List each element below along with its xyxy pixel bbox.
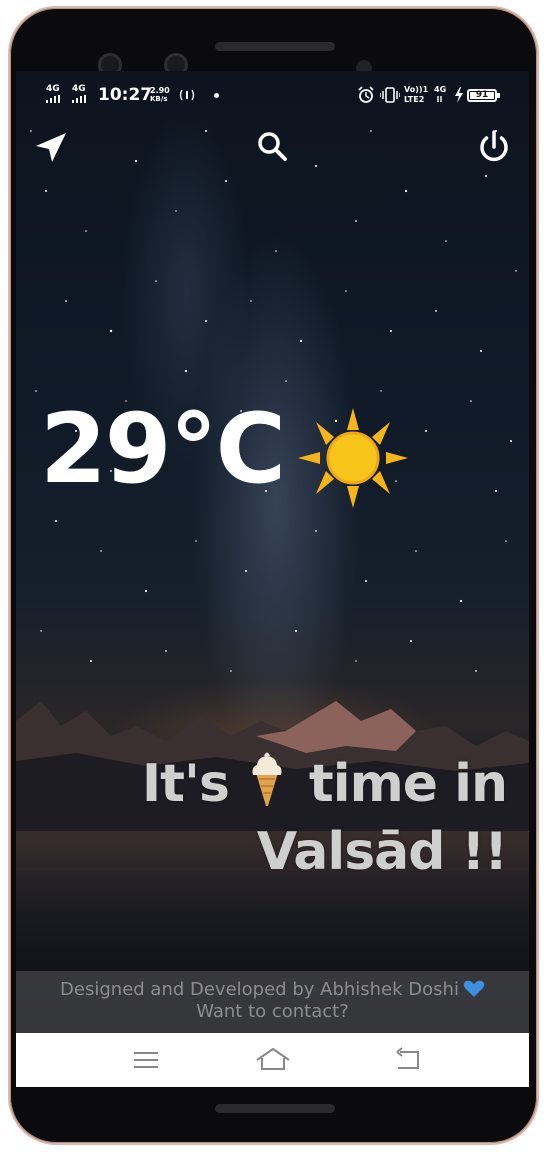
contact-link[interactable]: Want to contact?: [16, 1001, 529, 1023]
battery-level: 91: [475, 90, 489, 100]
hotspot-icon: [179, 89, 195, 101]
signal-icon: [46, 95, 60, 103]
dot-icon: [214, 93, 219, 98]
app-screen: 4G 4G 10:27 2.90 KB/s Vo))1 LTE2 4G 91 2…: [16, 71, 529, 1087]
network-speed-unit: KB/s: [150, 95, 168, 103]
network-type-label: 4G: [72, 84, 86, 94]
ice-cream-icon: [252, 752, 282, 806]
signal-icon: [72, 95, 86, 103]
location-arrow-icon[interactable]: [30, 127, 70, 167]
weather-message: It's time in Valsād !!: [87, 749, 508, 886]
phone-bottom-bar: [215, 1104, 335, 1113]
data-arrows-icon: [437, 96, 442, 102]
credits-footer: Designed and Developed by Abhishek Doshi…: [16, 971, 529, 1033]
blue-heart-icon: [463, 980, 485, 997]
back-icon[interactable]: [388, 1043, 428, 1077]
search-icon[interactable]: [252, 127, 292, 167]
message-location: Valsād !!: [256, 822, 508, 882]
menu-icon[interactable]: [126, 1043, 166, 1077]
power-icon[interactable]: [474, 127, 514, 167]
charging-icon: [455, 87, 463, 103]
home-icon[interactable]: [253, 1043, 293, 1077]
status-time: 10:27: [98, 85, 153, 105]
status-bar: 4G 4G 10:27 2.90 KB/s Vo))1 LTE2 4G 91: [16, 71, 529, 121]
volte-label-line2: LTE2: [404, 95, 425, 104]
phone-speaker: [215, 42, 335, 51]
message-line1-start: It's: [141, 754, 230, 814]
alarm-icon: [358, 86, 374, 103]
network-type-label: 4G: [434, 85, 447, 94]
credits-text: Designed and Developed by Abhishek Doshi: [60, 979, 459, 1000]
volte-label: Vo))1: [404, 85, 429, 94]
temperature-value: 29°C: [40, 393, 286, 505]
sun-icon: [298, 408, 408, 508]
network-speed-value: 2.90: [150, 86, 170, 95]
navigation-bar: [16, 1033, 529, 1087]
network-type-label: 4G: [46, 84, 60, 94]
vibrate-icon: [380, 87, 400, 103]
battery-icon: 91: [467, 89, 500, 102]
message-line1-end: time in: [308, 754, 508, 814]
